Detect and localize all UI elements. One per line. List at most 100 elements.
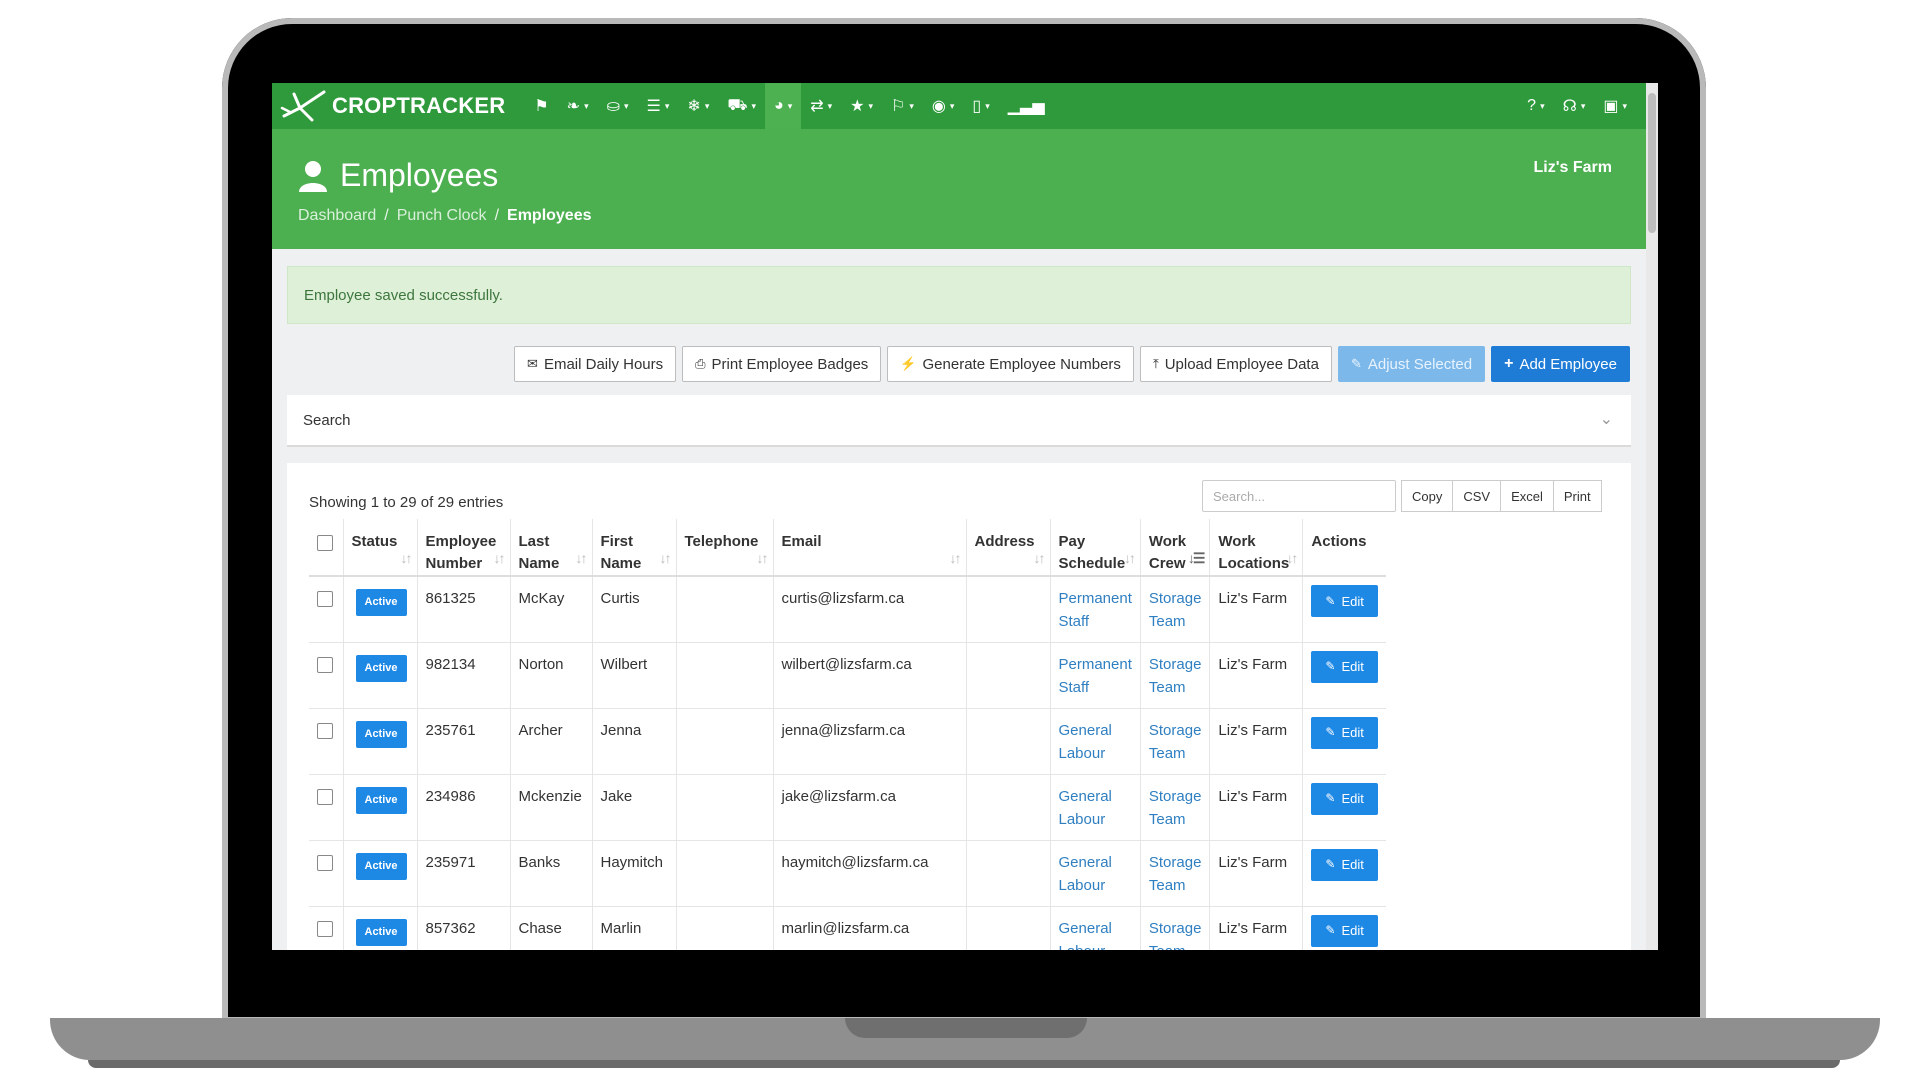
row-checkbox[interactable] — [317, 656, 333, 673]
caret-down-icon: ▾ — [584, 100, 589, 111]
nav-bar-chart-menu[interactable]: ▁▃▅ — [999, 83, 1054, 129]
brand-logo[interactable]: CROPTRACKER — [272, 83, 525, 129]
pay-schedule-text: Staff — [1058, 678, 1090, 696]
ledger-icon: ☰ — [646, 98, 661, 115]
column-work-locations[interactable]: Work Locations ↓↑ — [1209, 519, 1304, 577]
search-panel-toggle[interactable]: Search ⌄ — [287, 395, 1631, 447]
last-name-cell: Banks — [510, 840, 593, 907]
excel-button[interactable]: Excel — [1500, 480, 1554, 512]
column-last-name[interactable]: Last Name ↓↑ — [510, 519, 593, 577]
nav-leaf-menu[interactable]: ❧ ▾ — [558, 83, 598, 129]
nav-headset-menu[interactable]: ☊ ▾ — [1554, 83, 1595, 129]
telephone-cell — [676, 576, 774, 643]
pay-schedule-link[interactable]: General Labour — [1059, 722, 1112, 762]
pay-schedule-link[interactable]: General Labour — [1059, 788, 1112, 828]
edit-button[interactable]: ✎ Edit — [1311, 848, 1378, 881]
telephone-cell — [676, 840, 774, 907]
nav-snowflake-menu[interactable]: ❄ ▾ — [678, 83, 718, 129]
table-row: Active 982134 Norton Wilbert wilbert@lizsfar… — [309, 642, 1386, 709]
edit-button[interactable]: ✎ Edit — [1311, 585, 1378, 617]
nav-lightbulb-menu[interactable]: ◉ ▾ — [923, 83, 964, 129]
pay-schedule-link[interactable]: General Labour — [1059, 920, 1112, 951]
copy-button[interactable]: Copy — [1401, 480, 1454, 512]
nav-mobile-menu[interactable]: ▯ ▾ — [963, 83, 998, 129]
breadcrumb-dashboard[interactable]: Dashboard — [298, 207, 376, 224]
row-select-cell — [309, 642, 344, 709]
edit-button[interactable]: ✎ Edit — [1311, 782, 1378, 815]
upload-data-button[interactable]: ⤒ Upload Employee Data — [1139, 346, 1332, 382]
row-checkbox[interactable] — [317, 722, 333, 739]
generate-numbers-button[interactable]: ⚡ Generate Employee Numbers — [887, 346, 1134, 382]
nav-basket-menu[interactable]: ⛀ ▾ — [598, 83, 638, 129]
breadcrumb-punch-clock[interactable]: Punch Clock — [397, 207, 487, 224]
column-label: Name — [600, 555, 642, 572]
edit-label: Edit — [1341, 593, 1364, 609]
nav-flag-menu[interactable]: ⚐ ▾ — [882, 83, 923, 129]
column-pay-schedule[interactable]: Pay Schedule ↓↑ — [1050, 519, 1141, 577]
farm-name[interactable]: Liz's Farm — [1534, 159, 1613, 177]
last-name-cell: Mckenzie — [510, 774, 593, 841]
row-checkbox[interactable] — [317, 920, 333, 937]
caret-down-icon: ▾ — [949, 100, 955, 111]
adjust-selected-button[interactable]: ✎ Adjust Selected — [1337, 346, 1486, 382]
edit-button[interactable]: ✎ Edit — [1311, 914, 1378, 947]
work-crew-link[interactable]: Storage Team — [1149, 854, 1202, 894]
pay-schedule-link[interactable]: Permanent Staff — [1059, 656, 1132, 696]
nav-transfer-menu[interactable]: ⇄ ▾ — [801, 83, 841, 129]
nav-bookmark-menu[interactable]: ⚑ — [525, 83, 557, 129]
nav-ledger-menu[interactable]: ☰ ▾ — [638, 83, 679, 129]
headset-icon: ☊ — [1562, 98, 1577, 115]
email-daily-hours-button[interactable]: ✉ Email Daily Hours — [514, 346, 677, 382]
work-crew-link[interactable]: Storage Team — [1149, 920, 1202, 951]
page-scrollbar[interactable] — [1646, 83, 1658, 950]
work-crew-link[interactable]: Storage Team — [1149, 788, 1202, 828]
lightbulb-icon: ◉ — [931, 98, 946, 115]
row-checkbox[interactable] — [317, 591, 333, 607]
email-daily-hours-label: Email Daily Hours — [543, 355, 664, 373]
telephone-cell — [676, 708, 774, 775]
column-email[interactable]: Email ↓↑ — [773, 519, 967, 577]
pay-schedule-text: Staff — [1058, 613, 1090, 630]
print-button[interactable]: Print — [1552, 480, 1602, 512]
add-employee-button[interactable]: + Add Employee — [1491, 346, 1630, 382]
column-address[interactable]: Address ↓↑ — [966, 519, 1051, 577]
work-location-cell: Liz's Farm — [1209, 642, 1304, 709]
actions-cell: ✎ Edit — [1302, 774, 1386, 841]
work-crew-cell: Storage Team — [1140, 642, 1211, 709]
pay-schedule-text: Permanent — [1058, 590, 1132, 607]
work-crew-link[interactable]: Storage Team — [1149, 722, 1202, 762]
column-first-name[interactable]: First Name ↓↑ — [592, 519, 677, 577]
caret-down-icon: ▾ — [624, 100, 629, 111]
nav-user-menu[interactable]: ◕ ▾ — [765, 83, 802, 129]
nav-help-menu[interactable]: ? ▾ — [1518, 83, 1553, 129]
work-crew-link[interactable]: Storage Team — [1149, 656, 1202, 696]
work-crew-link[interactable]: Storage Team — [1149, 590, 1202, 630]
row-checkbox[interactable] — [317, 788, 333, 805]
pay-schedule-link[interactable]: General Labour — [1059, 854, 1112, 894]
edit-button[interactable]: ✎ Edit — [1311, 650, 1378, 683]
csv-button[interactable]: CSV — [1452, 480, 1502, 512]
column-work-crew[interactable]: Work Crew ↓☰ — [1140, 519, 1211, 577]
nav-truck-menu[interactable]: ⛟ ▾ — [718, 83, 765, 129]
edit-button[interactable]: ✎ Edit — [1311, 716, 1378, 749]
table-search-input[interactable] — [1202, 480, 1396, 512]
column-label: Telephone — [684, 533, 759, 550]
laptop-base-notch — [845, 1018, 1087, 1038]
nav-award-menu[interactable]: ★ ▾ — [841, 83, 882, 129]
row-checkbox[interactable] — [317, 854, 333, 871]
edit-label: Edit — [1341, 857, 1364, 872]
select-all-checkbox[interactable] — [317, 535, 333, 551]
nav-briefcase-menu[interactable]: ▣ ▾ — [1594, 83, 1636, 129]
actions-cell: ✎ Edit — [1302, 708, 1386, 775]
first-name-cell: Jenna — [592, 708, 677, 775]
caret-down-icon: ▾ — [1540, 100, 1545, 111]
print-badges-button[interactable]: ⎙ Print Employee Badges — [682, 346, 882, 382]
caret-down-icon: ▾ — [868, 100, 874, 111]
column-status[interactable]: Status ↓↑ — [343, 519, 418, 577]
address-cell — [966, 642, 1051, 709]
scrollbar-thumb[interactable] — [1648, 93, 1656, 233]
column-employee-number[interactable]: Employee Number ↓↑ — [417, 519, 511, 577]
column-telephone[interactable]: Telephone ↓↑ — [676, 519, 774, 577]
print-badges-label: Print Employee Badges — [711, 355, 869, 373]
pay-schedule-link[interactable]: Permanent Staff — [1059, 590, 1132, 630]
